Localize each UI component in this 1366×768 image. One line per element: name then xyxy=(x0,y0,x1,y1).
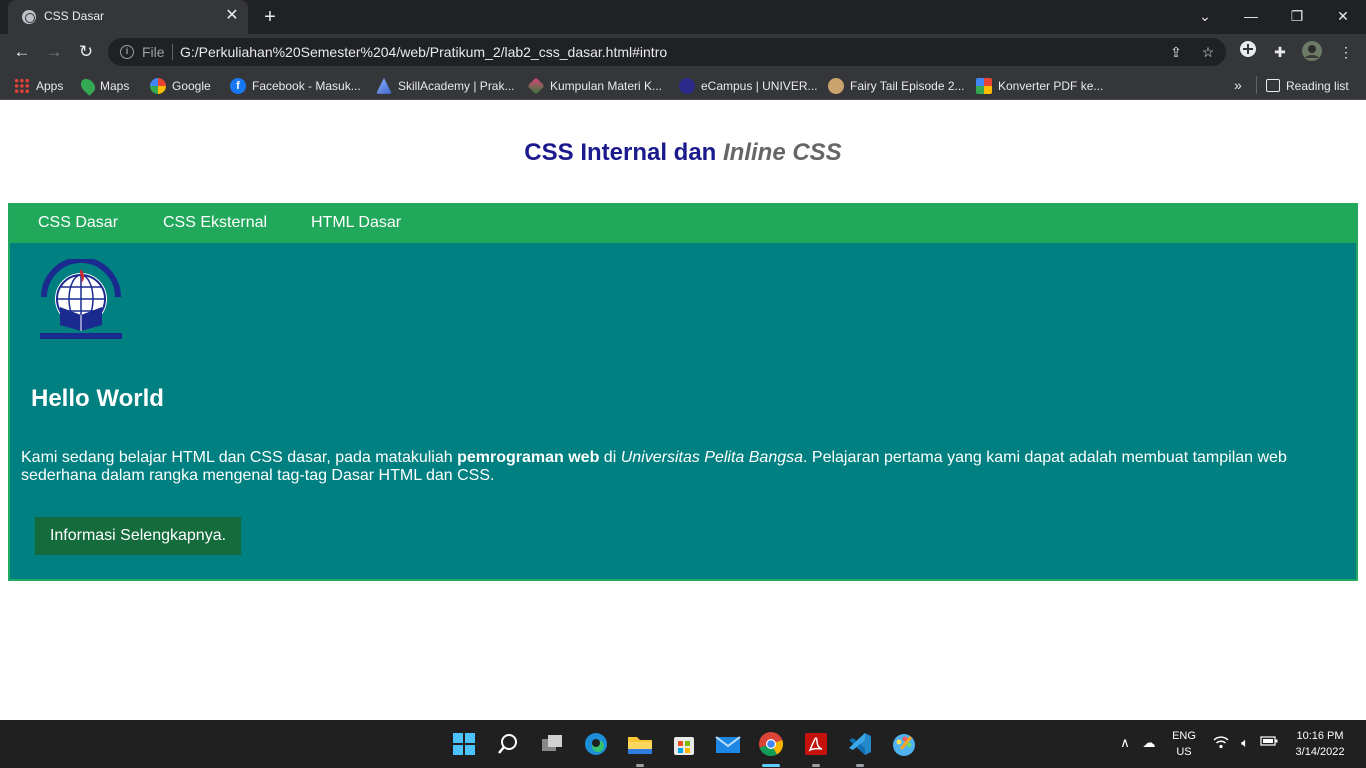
hello-heading: Hello World xyxy=(31,385,164,412)
search-icon[interactable] xyxy=(493,729,523,759)
intro-paragraph: Kami sedang belajar HTML dan CSS dasar, … xyxy=(21,449,1287,484)
onedrive-icon[interactable]: ☁ xyxy=(1140,735,1158,751)
start-icon[interactable] xyxy=(449,729,479,759)
vscode-icon[interactable] xyxy=(845,729,875,759)
divider xyxy=(172,44,173,60)
bold-text: pemrograman web xyxy=(457,449,600,466)
web-page: CSS Internal dan Inline CSS CSS Dasar CS… xyxy=(0,101,1366,720)
browser-tab-bar: CSS Dasar ✕ + ⌄ — ❐ ✕ xyxy=(0,0,1366,34)
extension-add-icon[interactable] xyxy=(1236,40,1260,64)
reload-button[interactable]: ↻ xyxy=(74,40,98,64)
show-hidden-icons[interactable]: ∧ xyxy=(1116,735,1134,751)
bookmark-facebook[interactable]: f Facebook - Masuk... xyxy=(230,76,361,94)
close-window-button[interactable]: ✕ xyxy=(1328,4,1358,28)
google-icon xyxy=(150,77,166,94)
main-nav: CSS Dasar CSS Eksternal HTML Dasar xyxy=(10,205,1356,243)
browser-toolbar: ← → ↻ i File G:/Perkuliahan%20Semester%2… xyxy=(0,34,1366,70)
volume-icon[interactable]: 🔈︎ xyxy=(1236,735,1254,751)
content-container: CSS Dasar CSS Eksternal HTML Dasar Hello… xyxy=(8,203,1358,581)
reading-list-icon xyxy=(1266,79,1280,93)
battery-icon[interactable] xyxy=(1260,735,1278,750)
nav-html-dasar[interactable]: HTML Dasar xyxy=(311,214,401,232)
info-icon[interactable]: i xyxy=(120,45,134,59)
apps-grid-icon xyxy=(14,77,30,94)
bookmark-fairytail[interactable]: Fairy Tail Episode 2... xyxy=(828,76,965,94)
university-logo xyxy=(38,257,124,341)
file-explorer-icon[interactable] xyxy=(625,729,655,759)
edge-icon[interactable] xyxy=(581,729,611,759)
page-title: CSS Internal dan Inline CSS xyxy=(524,139,842,166)
bookmark-google[interactable]: Google xyxy=(150,76,211,94)
nav-css-dasar[interactable]: CSS Dasar xyxy=(38,214,118,232)
url-scheme: File xyxy=(142,44,165,60)
windows-taskbar: ∧ ☁ ENG US 🔈︎ 10:16 PM 3/14/2022 xyxy=(0,720,1366,768)
globe-icon xyxy=(22,10,36,24)
clock[interactable]: 10:16 PM 3/14/2022 xyxy=(1286,728,1354,760)
new-tab-button[interactable]: + xyxy=(258,5,282,29)
bookmarks-bar: Apps Maps Google f Facebook - Masuk... Sk… xyxy=(0,70,1366,100)
bookmark-materi[interactable]: Kumpulan Materi K... xyxy=(527,76,662,95)
paint-icon[interactable] xyxy=(889,729,919,759)
more-info-button[interactable]: Informasi Selengkapnya. xyxy=(35,517,241,555)
active-indicator xyxy=(762,764,780,767)
fairytail-icon xyxy=(828,77,844,94)
skillacademy-icon xyxy=(376,77,392,94)
maps-pin-icon xyxy=(78,75,98,96)
url-text[interactable]: G:/Perkuliahan%20Semester%204/web/Pratik… xyxy=(180,44,667,60)
bookmark-pdf-converter[interactable]: Konverter PDF ke... xyxy=(976,76,1103,94)
tab-title: CSS Dasar xyxy=(44,9,105,23)
nav-css-eksternal[interactable]: CSS Eksternal xyxy=(163,214,267,232)
bookmark-maps[interactable]: Maps xyxy=(78,75,129,96)
italic-text: Universitas Pelita Bangsa xyxy=(620,449,804,466)
puzzle-icon[interactable]: ✚ xyxy=(1268,40,1292,64)
task-view-icon[interactable] xyxy=(537,729,567,759)
bookmark-star-icon[interactable]: ☆ xyxy=(1198,42,1218,62)
bookmark-skillacademy[interactable]: SkillAcademy | Prak... xyxy=(376,76,514,94)
address-bar[interactable]: i File G:/Perkuliahan%20Semester%204/web… xyxy=(108,38,1226,66)
page-title-italic: Inline CSS xyxy=(723,139,842,166)
minimize-button[interactable]: — xyxy=(1236,4,1266,28)
menu-kebab-icon[interactable]: ⋮ xyxy=(1334,40,1358,64)
running-indicator xyxy=(636,764,644,767)
reading-list-button[interactable]: Reading list xyxy=(1266,76,1349,94)
running-indicator xyxy=(856,764,864,767)
restore-button[interactable]: ❐ xyxy=(1282,4,1312,28)
divider xyxy=(1256,76,1257,94)
browser-tab[interactable]: CSS Dasar ✕ xyxy=(8,0,248,34)
facebook-icon: f xyxy=(230,77,246,94)
materi-icon xyxy=(527,77,545,95)
close-tab-icon[interactable]: ✕ xyxy=(222,6,242,26)
store-icon[interactable] xyxy=(669,729,699,759)
wifi-icon[interactable] xyxy=(1212,735,1230,752)
share-icon[interactable]: ⇪ xyxy=(1166,42,1186,62)
tab-search-icon[interactable]: ⌄ xyxy=(1190,4,1220,28)
mail-icon[interactable] xyxy=(713,729,743,759)
ecampus-icon xyxy=(679,77,695,94)
profile-avatar[interactable] xyxy=(1300,40,1324,64)
more-bookmarks-icon[interactable]: » xyxy=(1234,76,1242,94)
acrobat-icon[interactable] xyxy=(801,729,831,759)
bookmark-apps[interactable]: Apps xyxy=(14,76,63,94)
bookmark-ecampus[interactable]: eCampus | UNIVER... xyxy=(679,76,817,94)
forward-button[interactable]: → xyxy=(42,40,66,64)
back-button[interactable]: ← xyxy=(10,40,34,64)
language-indicator[interactable]: ENG US xyxy=(1166,728,1202,760)
chrome-icon[interactable] xyxy=(756,729,786,759)
running-indicator xyxy=(812,764,820,767)
pdf-converter-icon xyxy=(976,77,992,94)
